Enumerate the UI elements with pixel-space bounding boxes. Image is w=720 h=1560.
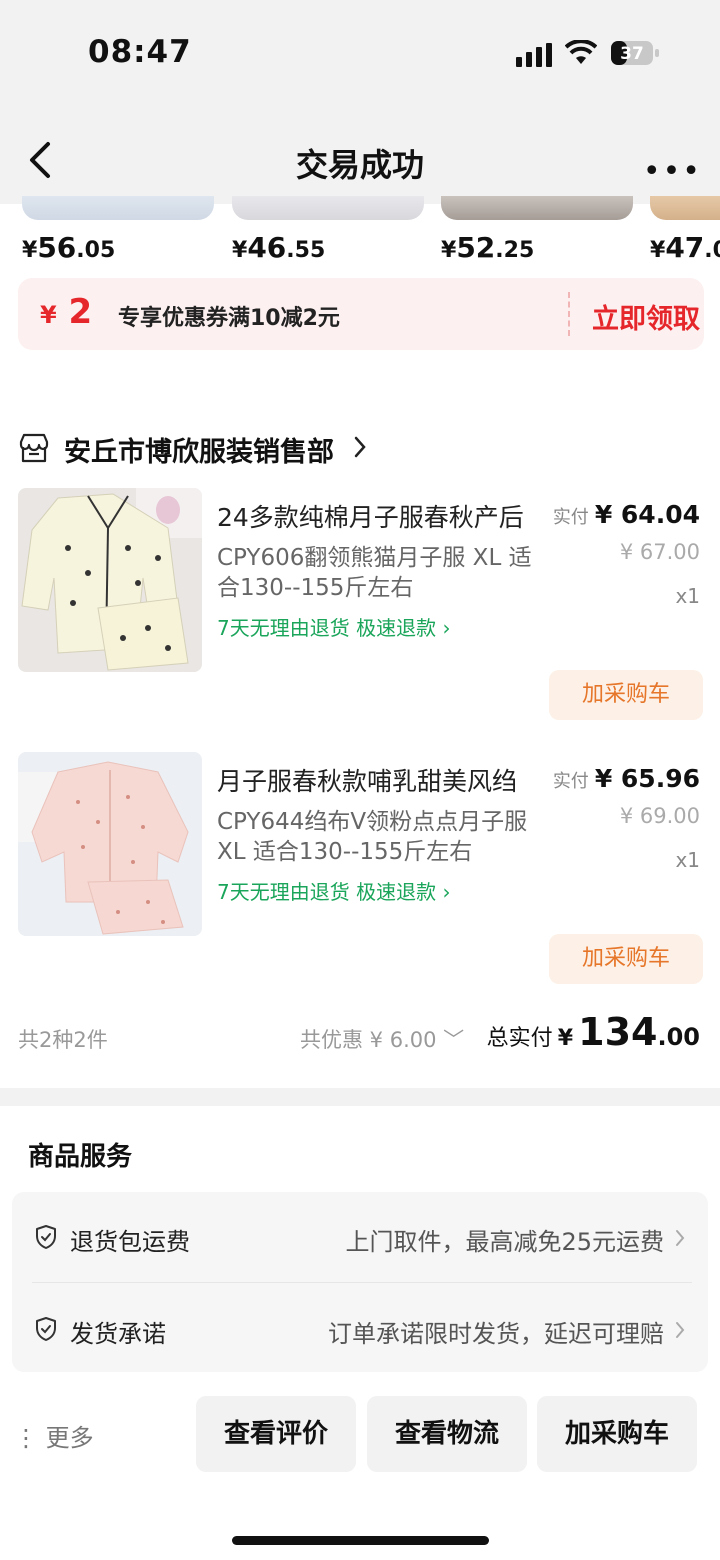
chevron-right-icon: [354, 436, 366, 458]
shield-check-icon: [36, 1225, 56, 1249]
total-paid: 总实付 ¥ 134.00: [486, 1010, 700, 1054]
service-value: 订单承诺限时发货，延迟可理赔: [328, 1320, 664, 1348]
service-row-return-shipping[interactable]: 退货包运费 上门取件，最高减免25元运费: [12, 1192, 708, 1283]
add-to-cart-bottom-button[interactable]: 加采购车: [537, 1396, 697, 1472]
service-row-delivery-promise[interactable]: 发货承诺 订单承诺限时发货，延迟可理赔: [12, 1284, 708, 1374]
recommend-image-1[interactable]: [22, 196, 214, 220]
original-price: ¥ 69.00: [619, 804, 700, 828]
product-sku: CPY644绉布V领粉点点月子服 XL 适合130--155斤左右: [217, 809, 528, 865]
recommend-price-3[interactable]: ¥52.25: [441, 231, 534, 264]
recommend-price-1[interactable]: ¥56.05: [22, 231, 115, 264]
add-to-cart-button[interactable]: 加采购车: [549, 670, 703, 720]
claim-coupon-button[interactable]: 立即领取: [592, 297, 700, 336]
add-to-cart-button[interactable]: 加采购车: [549, 934, 703, 984]
status-time: 08:47: [88, 34, 192, 70]
quantity: x1: [675, 848, 700, 872]
original-price: ¥ 67.00: [619, 540, 700, 564]
section-divider: [0, 1088, 720, 1106]
coupon-description: 专享优惠券满10减2元: [118, 306, 340, 331]
status-bar: 08:47 37: [0, 0, 720, 110]
wifi-icon: [565, 40, 597, 64]
recommend-image-2[interactable]: [232, 196, 424, 220]
chevron-right-icon: [676, 1322, 685, 1338]
discount-toggle[interactable]: 共优惠 ¥ 6.00 ﹀: [300, 1024, 464, 1054]
shop-name[interactable]: 安丘市博欣服装销售部: [64, 430, 334, 469]
product-title[interactable]: 24多款纯棉月子服春秋产后: [217, 498, 524, 534]
quantity: x1: [675, 584, 700, 608]
order-summary: 共2种2件 共优惠 ¥ 6.00 ﹀ 总实付 ¥ 134.00: [0, 1010, 720, 1064]
chevron-right-icon: [676, 1230, 685, 1246]
view-logistics-button[interactable]: 查看物流: [367, 1396, 527, 1472]
order-item[interactable]: 24多款纯棉月子服春秋产后 CPY606翻领熊猫月子服 XL 适合130--15…: [0, 488, 720, 738]
product-title[interactable]: 月子服春秋款哺乳甜美风绉: [217, 762, 517, 798]
row-divider: [32, 1282, 692, 1283]
recommend-price-4[interactable]: ¥47.0: [650, 231, 720, 264]
service-tags[interactable]: 7天无理由退货 极速退款 ›: [217, 612, 450, 641]
product-image[interactable]: [18, 752, 202, 936]
services-panel: 退货包运费 上门取件，最高减免25元运费 发货承诺 订单承诺限时发货，延迟可理赔: [12, 1192, 708, 1372]
recommend-price-2[interactable]: ¥46.55: [232, 231, 325, 264]
home-indicator[interactable]: [232, 1536, 489, 1545]
shield-check-icon: [36, 1317, 56, 1341]
nav-bar: 交易成功 •••: [0, 110, 720, 204]
more-actions-button[interactable]: ⋮ 更多: [14, 1418, 94, 1453]
product-image[interactable]: [18, 488, 202, 672]
battery-icon: 37: [611, 41, 659, 65]
recommend-image-3[interactable]: [441, 196, 633, 220]
coupon-divider: [568, 292, 570, 336]
bottom-action-bar: ⋮ 更多 查看评价 查看物流 加采购车: [0, 1396, 720, 1476]
paid-price: 实付 ¥ 64.04: [552, 500, 700, 529]
service-tags[interactable]: 7天无理由退货 极速退款 ›: [217, 876, 450, 905]
coupon-amount: ¥ 2: [40, 292, 93, 332]
coupon-banner: ¥ 2 专享优惠券满10减2元 立即领取: [18, 278, 704, 350]
battery-level: 37: [620, 44, 644, 64]
page-title: 交易成功: [295, 146, 424, 184]
services-title: 商品服务: [28, 1142, 133, 1172]
paid-price: 实付 ¥ 65.96: [552, 764, 700, 793]
recommend-image-4[interactable]: [650, 196, 720, 220]
service-value: 上门取件，最高减免25元运费: [345, 1228, 664, 1256]
service-key: 发货承诺: [70, 1320, 166, 1348]
view-review-button[interactable]: 查看评价: [196, 1396, 356, 1472]
signal-icon: [516, 43, 552, 67]
item-count: 共2种2件: [18, 1028, 108, 1052]
service-key: 退货包运费: [70, 1228, 190, 1256]
product-sku: CPY606翻领熊猫月子服 XL 适合130--155斤左右: [217, 545, 532, 601]
more-menu-icon[interactable]: •••: [643, 154, 702, 189]
store-icon: [19, 433, 49, 463]
order-item[interactable]: 月子服春秋款哺乳甜美风绉 CPY644绉布V领粉点点月子服 XL 适合130--…: [0, 752, 720, 1002]
